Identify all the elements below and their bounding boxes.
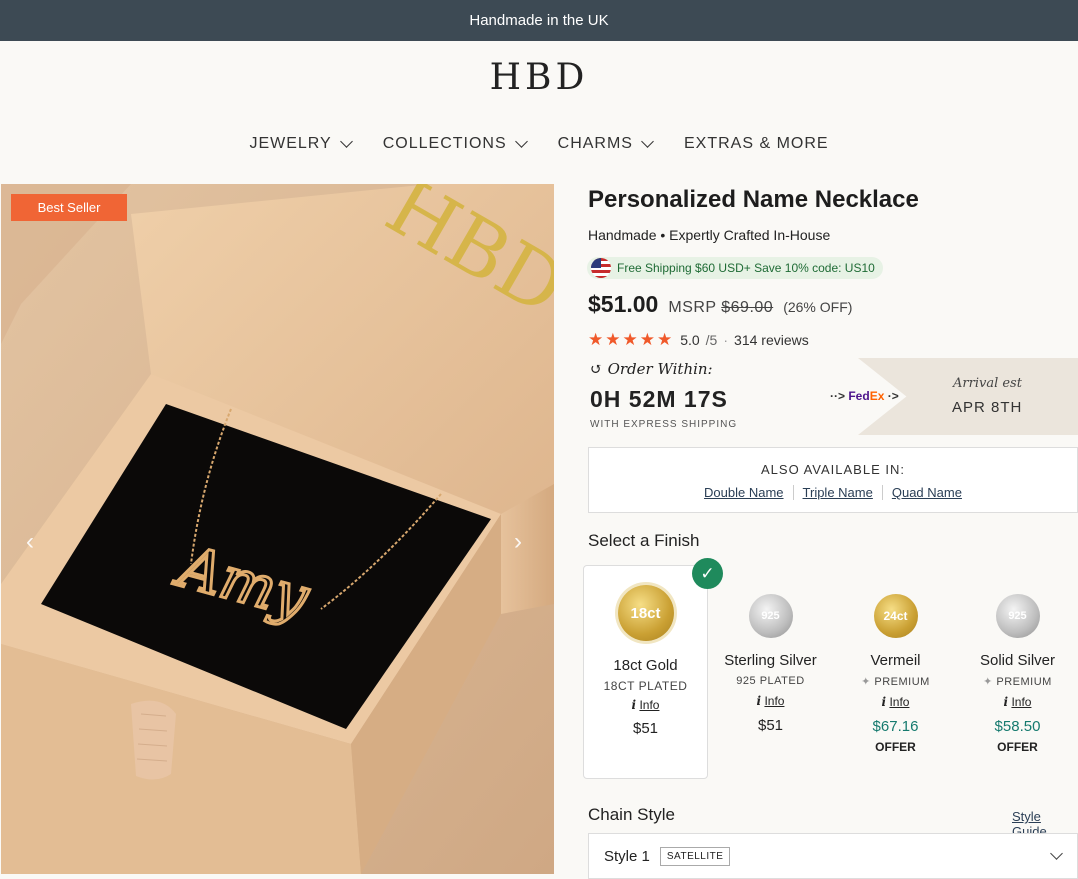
fedex-logo-icon: FedEx	[848, 389, 885, 403]
finish-price: $58.50	[994, 718, 1041, 735]
nav-label: CHARMS	[557, 135, 633, 152]
chevron-down-icon	[1050, 847, 1063, 860]
chain-style-value: Style 1	[604, 847, 650, 865]
finish-price: $51	[632, 720, 659, 737]
site-logo[interactable]: HBD	[0, 57, 1078, 98]
finish-option-solid-silver[interactable]: 925 Solid Silver ✦ PREMIUM i Info $58.50…	[955, 565, 1078, 779]
prev-image-arrow-icon[interactable]: ‹	[26, 528, 34, 556]
nav-jewelry[interactable]: JEWELRY	[249, 135, 353, 153]
clock-icon: ↺	[590, 360, 603, 378]
next-image-arrow-icon[interactable]: ›	[514, 528, 522, 556]
nav-label: COLLECTIONS	[382, 135, 507, 152]
announcement-text: Handmade in the UK	[469, 12, 609, 29]
finish-option-sterling-silver[interactable]: 925 Sterling Silver 925 PLATED i Info $5…	[708, 565, 833, 779]
chevron-down-icon	[641, 135, 654, 148]
link-quad-name[interactable]: Quad Name	[881, 485, 971, 500]
finish-heading: Select a Finish	[588, 531, 700, 550]
order-within-label: Order Within:	[607, 360, 713, 378]
finish-option-vermeil[interactable]: 24ct Vermeil ✦ PREMIUM i Info $67.16 OFF…	[833, 565, 958, 779]
nav-charms[interactable]: CHARMS	[557, 135, 654, 153]
arrival-label: Arrival est	[953, 376, 1022, 391]
rating-row[interactable]: ★★★★★ 5.0 /5 · 314 reviews	[588, 330, 809, 350]
finish-sub: ✦ PREMIUM	[983, 676, 1052, 688]
offer-label: OFFER	[875, 740, 916, 754]
info-link[interactable]: i Info	[955, 695, 1078, 709]
announcement-bar: Handmade in the UK	[0, 0, 1078, 41]
sparkle-icon: ✦	[983, 676, 993, 688]
silver-coin-icon: 925	[748, 594, 793, 638]
main-nav: JEWELRY COLLECTIONS CHARMS EXTRAS & MORE	[0, 135, 1078, 153]
arrival-date: APR 8TH	[952, 399, 1023, 416]
necklace-box-illustration: HBD Amy	[1, 184, 554, 874]
product-subtitle: Handmade • Expertly Crafted In-House	[588, 227, 831, 243]
current-price: $51.00	[588, 291, 659, 317]
product-title: Personalized Name Necklace	[588, 186, 919, 213]
nav-extras[interactable]: EXTRAS & MORE	[684, 135, 829, 153]
fedex-carrier: ··> FedEx ·>	[830, 389, 899, 403]
chevron-down-icon	[339, 135, 353, 148]
gold-coin-icon: 24ct	[873, 594, 918, 638]
nav-collections[interactable]: COLLECTIONS	[382, 135, 528, 153]
finish-name: Solid Silver	[979, 652, 1056, 669]
us-flag-icon	[591, 258, 611, 278]
msrp: MSRP $69.00	[668, 299, 773, 317]
silver-coin-icon: 925	[995, 594, 1040, 638]
info-link[interactable]: i Info	[708, 694, 833, 708]
also-available-box: ALSO AVAILABLE IN: Double Name Triple Na…	[588, 447, 1078, 513]
link-double-name[interactable]: Double Name	[695, 485, 793, 500]
finish-options: ✓ 18ct 18ct Gold 18CT PLATED i Info $51 …	[583, 558, 1078, 781]
also-available-heading: ALSO AVAILABLE IN:	[761, 462, 905, 477]
chain-style-select[interactable]: Style 1 SATELLITE	[588, 833, 1078, 879]
finish-sub: ✦ PREMIUM	[861, 676, 930, 688]
discount-label: (26% OFF)	[783, 299, 853, 315]
nav-label: EXTRAS & MORE	[683, 135, 829, 152]
info-link[interactable]: i Info	[833, 695, 958, 709]
finish-sub: 925 PLATED	[736, 675, 805, 687]
best-seller-badge: Best Seller	[11, 194, 127, 221]
info-link[interactable]: i Info	[584, 698, 707, 712]
review-count: 314 reviews	[734, 332, 809, 348]
link-triple-name[interactable]: Triple Name	[792, 485, 882, 500]
offer-label: OFFER	[997, 740, 1038, 754]
finish-price: $51	[757, 717, 784, 734]
countdown-timer: 0H 52M 17S	[590, 386, 728, 412]
chain-style-heading: Chain Style	[588, 805, 675, 824]
star-rating-icon: ★★★★★	[588, 330, 675, 349]
sparkle-icon: ✦	[861, 676, 871, 688]
rating-value: 5.0	[680, 332, 700, 348]
msrp-price: $69.00	[721, 299, 774, 316]
finish-name: Vermeil	[870, 652, 921, 669]
chain-style-tag: SATELLITE	[659, 846, 731, 866]
separator: ·	[723, 332, 729, 348]
finish-sub: 18CT PLATED	[603, 679, 688, 693]
gold-coin-icon: 18ct	[617, 585, 674, 641]
finish-price: $67.16	[872, 718, 919, 735]
shipping-promo: Free Shipping $60 USD+ Save 10% code: US…	[587, 257, 883, 279]
finish-option-18ct-gold[interactable]: ✓ 18ct 18ct Gold 18CT PLATED i Info $51	[583, 558, 723, 779]
finish-name: 18ct Gold	[613, 657, 678, 674]
express-shipping-note: WITH EXPRESS SHIPPING	[590, 419, 738, 430]
msrp-label: MSRP	[668, 299, 717, 316]
rating-max: /5	[705, 332, 718, 348]
finish-name: Sterling Silver	[724, 652, 817, 669]
product-image[interactable]: HBD Amy Best Seller ‹ ›	[1, 184, 554, 874]
shipping-promo-text: Free Shipping $60 USD+ Save 10% code: US…	[617, 261, 875, 275]
order-countdown: ↺ Order Within: 0H 52M 17S WITH EXPRESS S…	[590, 360, 737, 430]
nav-label: JEWELRY	[249, 135, 332, 152]
price-row: $51.00 MSRP $69.00 (26% OFF)	[588, 291, 852, 318]
chevron-down-icon	[514, 135, 528, 148]
